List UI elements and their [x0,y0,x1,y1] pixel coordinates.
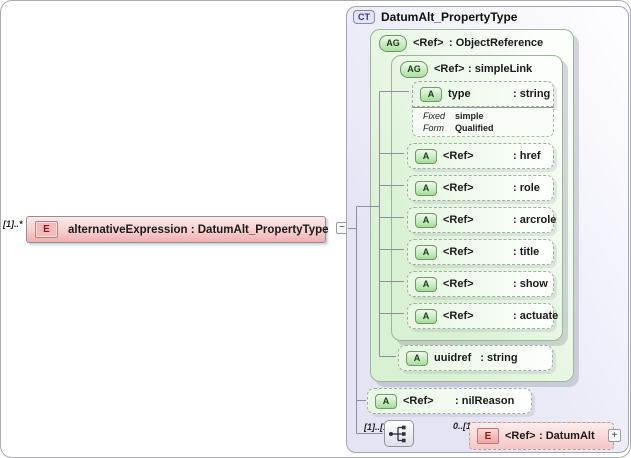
element-type: : DatumAlt [539,430,595,442]
attribute-group-name: <Ref> [434,63,465,75]
attribute-datatype: : title [513,246,540,258]
complex-type-box[interactable]: CT DatumAlt_PropertyType AG <Ref> : Obje… [346,6,629,453]
attribute-datatype: : href [513,150,541,162]
attribute-name: type [448,88,471,100]
element-icon: E [477,428,499,444]
attribute-group-icon: AG [379,34,407,52]
attribute-actuate[interactable]: A <Ref> : actuate [407,303,558,329]
attribute-datatype: : show [513,278,548,290]
attribute-icon: A [415,244,437,260]
element-alternativeExpression[interactable]: E alternativeExpression : DatumAlt_Prope… [26,216,329,243]
expand-toggle-icon[interactable]: + [608,429,621,442]
attribute-name: uuidref [434,352,472,364]
attribute-name: <Ref> [443,246,474,258]
facet-label: Form [423,123,444,133]
attribute-name: <Ref> [443,182,474,194]
attribute-icon: A [415,308,437,324]
attribute-uuidref[interactable]: A uuidref : string [398,345,553,371]
attribute-role[interactable]: A <Ref> : role [407,175,554,201]
complex-type-icon: CT [353,10,375,24]
attribute-datatype: : string [513,88,551,100]
attribute-group-name: <Ref> [413,37,444,49]
attribute-icon: A [415,180,437,196]
attribute-icon: A [415,148,437,164]
element-name: <Ref> [505,430,536,442]
facet-label: Fixed [423,111,446,121]
attribute-type[interactable]: A type : string [412,81,554,107]
attribute-name: <Ref> [443,310,474,322]
attribute-group-icon: AG [400,60,428,78]
attribute-icon: A [406,350,428,366]
element-datumalt[interactable]: E <Ref> : DatumAlt [469,422,614,450]
attribute-show[interactable]: A <Ref> : show [407,271,554,297]
complex-type-title: DatumAlt_PropertyType [381,10,518,24]
attribute-title[interactable]: A <Ref> : title [407,239,554,265]
attribute-facets-box: Fixed simple Form Qualified [412,107,554,137]
attribute-icon: A [415,212,437,228]
facet-value: Qualified [455,123,494,133]
facet-row: Form Qualified [423,122,549,134]
attribute-href[interactable]: A <Ref> : href [407,143,554,169]
attribute-name: <Ref> [403,395,434,407]
facet-value: simple [455,111,484,121]
sequence-compositor[interactable] [384,420,414,447]
attribute-datatype: : arcrole [513,214,557,226]
attribute-name: <Ref> [443,150,474,162]
attribute-datatype: : nilReason [455,395,515,407]
attribute-group-header: AG <Ref> : simpleLink [392,56,562,82]
attribute-datatype: : actuate [513,310,559,322]
attribute-icon: A [420,86,442,102]
element-icon: E [35,221,58,238]
schema-diagram-canvas: [1]..* E alternativeExpression : DatumAl… [0,0,631,458]
attribute-datatype: : role [513,182,540,194]
attribute-arcrole[interactable]: A <Ref> : arcrole [407,207,557,233]
attribute-group-type: : ObjectReference [449,37,544,49]
attribute-group-type: : simpleLink [468,63,533,75]
element-label: alternativeExpression : DatumAlt_Propert… [68,223,329,236]
attribute-group-header: AG <Ref> : ObjectReference [371,30,573,56]
attribute-name: <Ref> [443,214,474,226]
attribute-group-objectreference[interactable]: AG <Ref> : ObjectReference AG <Ref> : si… [370,29,574,382]
sequence-icon [389,425,406,442]
attribute-nilreason[interactable]: A <Ref> : nilReason [367,388,532,414]
facet-row: Fixed simple [423,110,549,122]
attribute-icon: A [375,393,397,409]
attribute-datatype: : string [480,352,518,364]
attribute-group-simplelink[interactable]: AG <Ref> : simpleLink A type : string Fi… [391,55,563,341]
element-multiplicity-label: [1]..* [3,219,23,229]
attribute-icon: A [415,276,437,292]
attribute-name: <Ref> [443,278,474,290]
